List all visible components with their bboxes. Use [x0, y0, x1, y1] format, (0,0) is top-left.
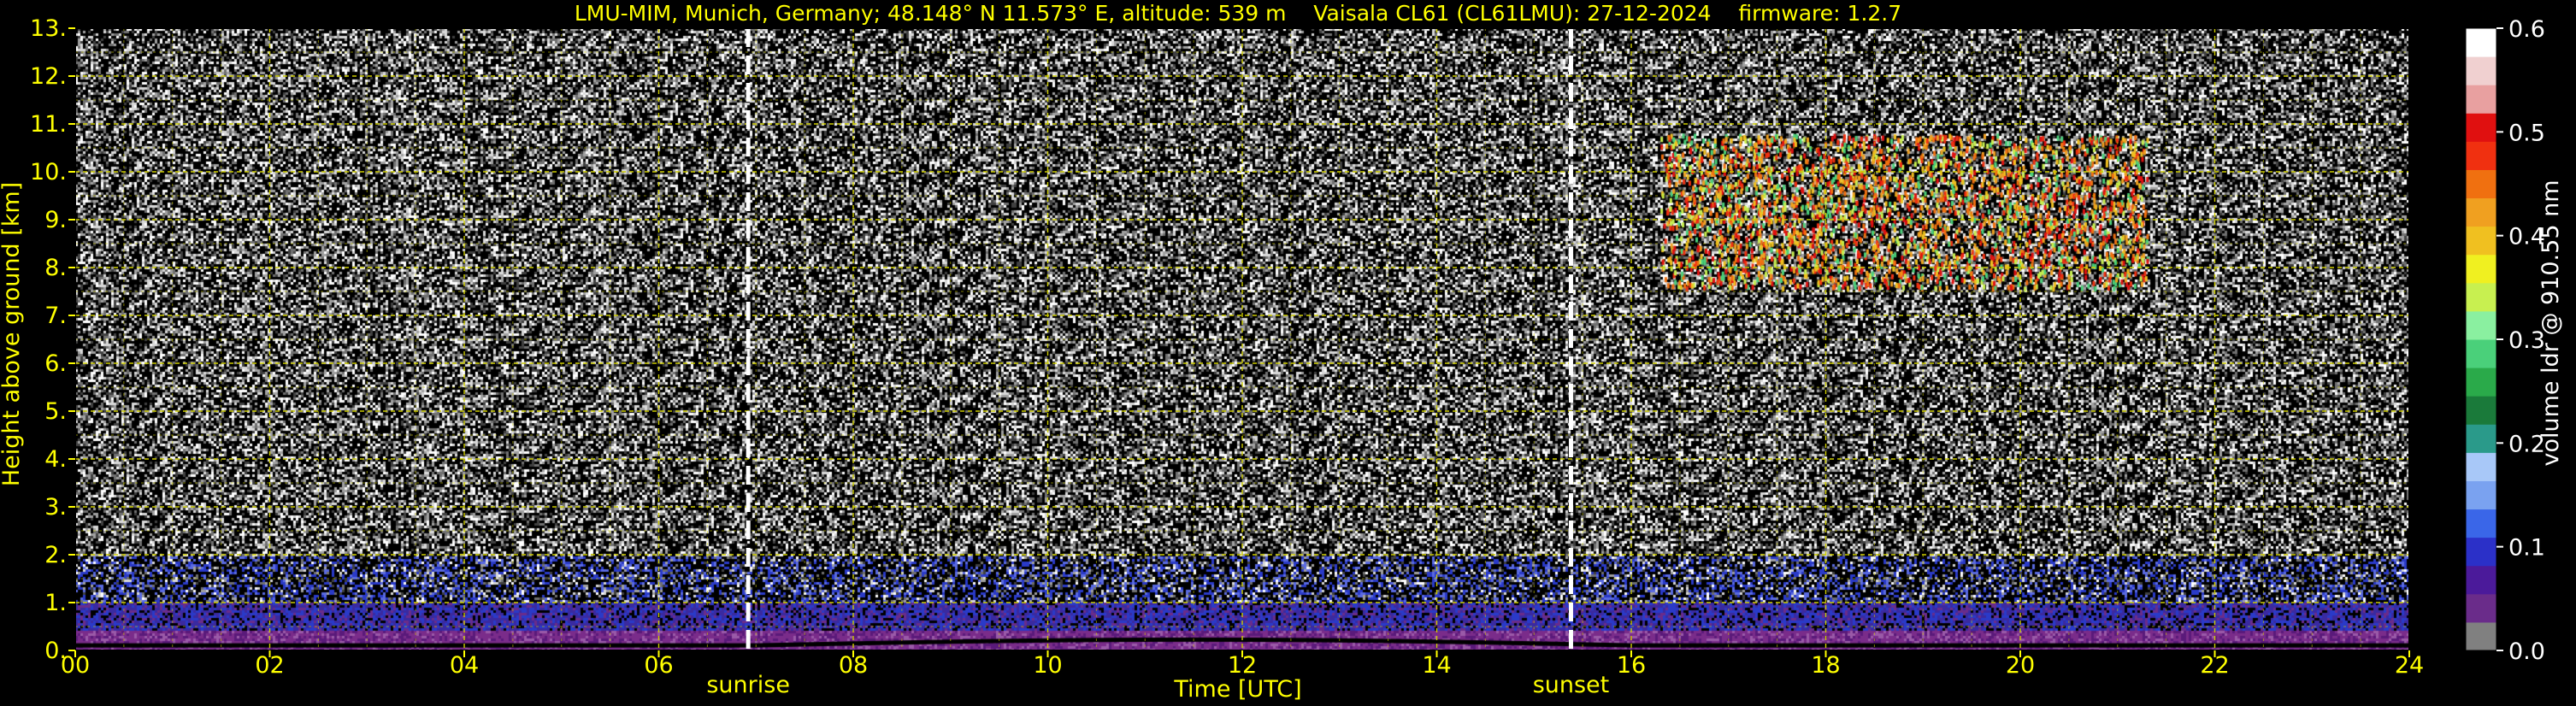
x-tick-label: 06 [644, 652, 673, 679]
colorbar-segment [2466, 537, 2496, 567]
x-tick-label: 12 [1228, 652, 1257, 679]
sunset-label: sunset [1533, 672, 1610, 698]
y-tick-label: 3. [44, 494, 67, 521]
colorbar-segment [2466, 424, 2496, 453]
y-tick-label: 2. [44, 542, 67, 568]
colorbar-segment [2466, 56, 2496, 85]
colorbar-segment [2466, 310, 2496, 340]
x-tick-label: 04 [450, 652, 479, 679]
colorbar-segment [2466, 113, 2496, 142]
y-tick-label: 10. [30, 159, 67, 185]
colorbar-tick-label: 0.6 [2508, 16, 2545, 43]
colorbar-segment [2466, 226, 2496, 256]
x-tick-label: 24 [2395, 652, 2424, 679]
colorbar-segment [2466, 565, 2496, 595]
y-tick-label: 5. [44, 398, 67, 425]
y-tick-label: 6. [44, 350, 67, 377]
colorbar-segment [2466, 169, 2496, 199]
x-tick-label: 20 [2006, 652, 2035, 679]
colorbar-segment [2466, 197, 2496, 227]
sunrise-label: sunrise [706, 672, 790, 698]
x-tick-label: 14 [1422, 652, 1451, 679]
colorbar-tick-label: 0.0 [2508, 638, 2545, 665]
y-tick-label: 13. [30, 15, 67, 42]
y-tick-label: 8. [44, 255, 67, 281]
colorbar-segment [2466, 368, 2496, 397]
colorbar-segment [2466, 141, 2496, 170]
x-tick-label: 22 [2200, 652, 2229, 679]
colorbar-segment [2466, 254, 2496, 284]
colorbar-segment [2466, 85, 2496, 114]
colorbar-segment [2466, 282, 2496, 312]
y-tick-label: 1. [44, 590, 67, 616]
colorbar-segment [2466, 621, 2496, 651]
colorbar-segment [2466, 593, 2496, 623]
y-tick-label: 9. [44, 207, 67, 233]
x-tick-label: 16 [1617, 652, 1646, 679]
x-tick-label: 02 [255, 652, 284, 679]
y-tick-label: 4. [44, 446, 67, 473]
colorbar-segment [2466, 339, 2496, 368]
colorbar-segment [2466, 396, 2496, 425]
y-tick-label: 7. [44, 303, 67, 329]
x-tick-label: 08 [839, 652, 868, 679]
chart-title: LMU-MIM, Munich, Germany; 48.148° N 11.5… [575, 1, 1901, 26]
x-tick-label: 18 [1811, 652, 1840, 679]
colorbar-tick-label: 0.5 [2508, 120, 2545, 146]
colorbar-label: volume ldr @ 910.55 nm [2538, 180, 2564, 467]
colorbar-segment [2466, 28, 2496, 57]
y-axis-label: Height above ground [km] [0, 182, 25, 486]
x-tick-label: 10 [1033, 652, 1062, 679]
y-tick-label: 0. [44, 638, 67, 664]
colorbar-segment [2466, 480, 2496, 510]
y-tick-label: 11. [30, 111, 67, 138]
y-tick-label: 12. [30, 63, 67, 90]
x-axis-label: Time [UTC] [1173, 676, 1301, 703]
lidar-chart: sunrise sunset 00 02 04 06 08 10 12 14 16 18 20 22 24… [0, 0, 2576, 706]
colorbar-segment [2466, 509, 2496, 538]
colorbar-segment [2466, 452, 2496, 481]
colorbar-tick-label: 0.1 [2508, 535, 2545, 562]
